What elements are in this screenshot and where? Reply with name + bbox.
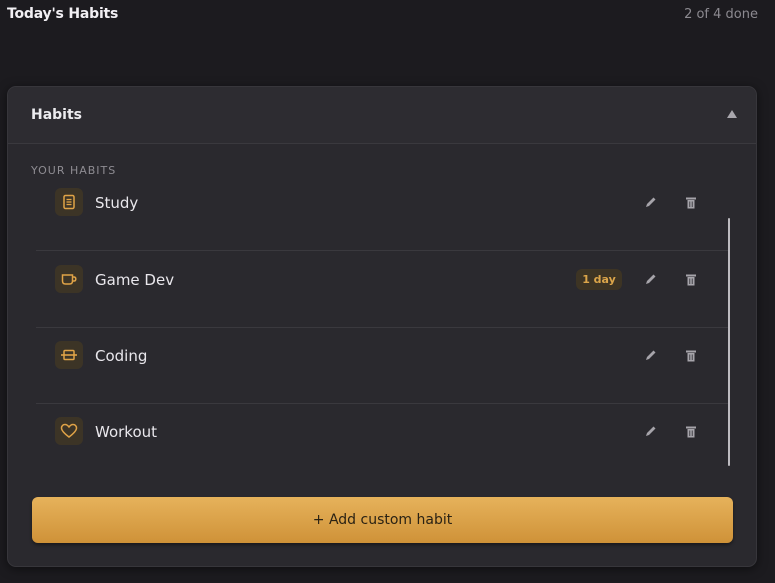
delete-workout-button[interactable] (682, 422, 700, 440)
pencil-icon (646, 274, 656, 284)
edit-study-button[interactable] (642, 193, 660, 211)
row-divider (36, 250, 728, 251)
panel-title: Habits (31, 107, 83, 123)
scrollbar-thumb[interactable] (728, 218, 730, 466)
habit-name: Study (95, 194, 139, 212)
app-title: Today's Habits (7, 6, 119, 22)
book-icon (55, 188, 83, 216)
pencil-icon (646, 426, 656, 436)
habits-panel: Habits YOUR HABITS Study Game Dev 1 day … (7, 86, 757, 567)
habit-row-coding[interactable]: Coding (28, 328, 728, 404)
coffee-cup-icon (55, 265, 83, 293)
add-custom-habit-button[interactable]: + Add custom habit (32, 497, 733, 543)
habit-name: Workout (95, 423, 158, 441)
delete-coding-button[interactable] (682, 346, 700, 364)
pencil-icon (646, 350, 656, 360)
edit-coding-button[interactable] (642, 346, 660, 364)
scrollbar[interactable] (727, 218, 731, 466)
collapse-triangle-icon (727, 110, 737, 118)
trash-icon (686, 274, 696, 285)
habit-row-game-dev[interactable]: Game Dev 1 day (28, 252, 728, 328)
top-bar: Today's Habits 2 of 4 done (0, 0, 775, 34)
progress-counter: 2 of 4 done (684, 7, 758, 22)
pencil-icon (646, 197, 656, 207)
edit-game-dev-button[interactable] (642, 270, 660, 288)
delete-game-dev-button[interactable] (682, 270, 700, 288)
delete-study-button[interactable] (682, 193, 700, 211)
panel-header[interactable]: Habits (8, 87, 756, 144)
heart-icon (55, 417, 83, 445)
trash-icon (686, 350, 696, 361)
collapse-button[interactable] (724, 106, 740, 122)
streak-badge: 1 day (576, 269, 622, 290)
edit-workout-button[interactable] (642, 422, 660, 440)
habit-row-study[interactable]: Study (28, 175, 728, 251)
habit-list: Study Game Dev 1 day Coding Workout (28, 188, 728, 471)
habit-name: Game Dev (95, 271, 175, 289)
habit-name: Coding (95, 347, 148, 365)
trash-icon (686, 426, 696, 437)
dumbbell-icon (55, 341, 83, 369)
trash-icon (686, 197, 696, 208)
habit-row-workout[interactable]: Workout (28, 404, 728, 480)
